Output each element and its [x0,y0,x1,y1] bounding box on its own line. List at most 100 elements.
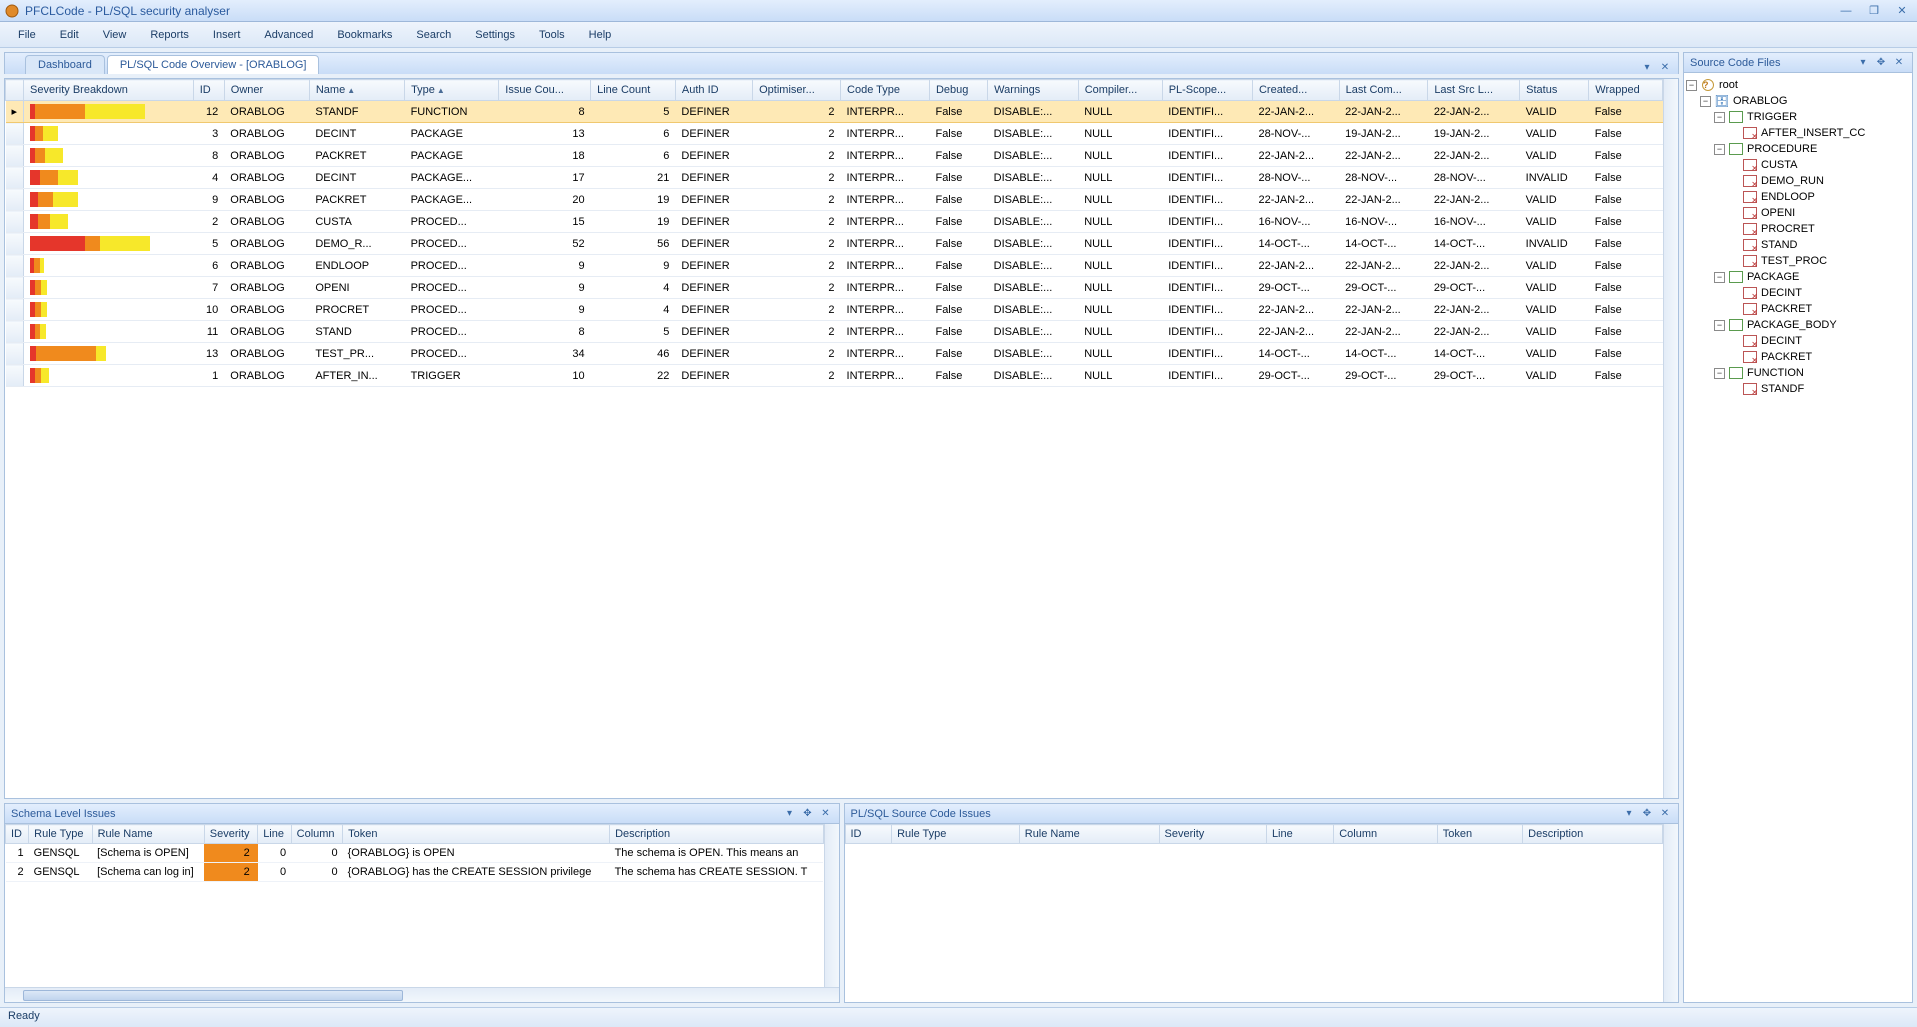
menu-edit[interactable]: Edit [48,25,91,45]
menu-settings[interactable]: Settings [463,25,527,45]
col-header[interactable]: Wrapped [1589,80,1663,101]
menu-bookmarks[interactable]: Bookmarks [325,25,404,45]
table-row[interactable]: 13 ORABLOG TEST_PR... PROCED... 34 46 DE… [6,343,1663,365]
minimize-button[interactable]: — [1835,4,1857,18]
col-header[interactable]: Severity [1159,825,1266,844]
grid-vertical-scrollbar[interactable] [1663,79,1678,798]
tab-dropdown-icon[interactable]: ▾ [1640,60,1654,74]
panel-close-icon[interactable]: ✕ [1658,807,1672,821]
col-header[interactable]: Description [610,825,823,844]
col-header[interactable]: Created... [1252,80,1339,101]
tree-group-function[interactable]: −FUNCTION [1686,365,1910,381]
col-header[interactable]: Rule Name [92,825,204,844]
panel-dropdown-icon[interactable]: ▾ [1622,807,1636,821]
tree-item-decint[interactable]: DECINT [1686,333,1910,349]
menu-view[interactable]: View [91,25,139,45]
col-header[interactable]: ID [6,825,29,844]
tree-item-packret[interactable]: PACKRET [1686,301,1910,317]
col-header[interactable]: Debug [929,80,987,101]
col-header[interactable]: Line Count [591,80,676,101]
tree-toggle-icon[interactable]: − [1714,368,1725,379]
table-row[interactable]: 6 ORABLOG ENDLOOP PROCED... 9 9 DEFINER … [6,255,1663,277]
tree-group-trigger[interactable]: −TRIGGER [1686,109,1910,125]
tree-item-demo_run[interactable]: DEMO_RUN [1686,173,1910,189]
col-header[interactable]: Issue Cou... [499,80,591,101]
table-row[interactable]: 3 ORABLOG DECINT PACKAGE 13 6 DEFINER 2 … [6,123,1663,145]
tree-toggle-icon[interactable]: − [1714,112,1725,123]
col-header[interactable]: Line [1266,825,1333,844]
menu-search[interactable]: Search [404,25,463,45]
tab-close-icon[interactable]: ✕ [1658,60,1672,74]
tree-group-procedure[interactable]: −PROCEDURE [1686,141,1910,157]
col-header[interactable]: Token [1437,825,1522,844]
close-button[interactable]: ✕ [1891,4,1913,18]
col-header[interactable]: Optimiser... [753,80,841,101]
tree-item-after_insert_cc[interactable]: AFTER_INSERT_CC [1686,125,1910,141]
table-row[interactable]: 10 ORABLOG PROCRET PROCED... 9 4 DEFINER… [6,299,1663,321]
col-header[interactable]: Description [1523,825,1663,844]
table-row[interactable]: ▸ 12 ORABLOG STANDF FUNCTION 8 5 DEFINER… [6,101,1663,123]
col-header[interactable]: Type▲ [405,80,499,101]
tree-schema[interactable]: −🗄ORABLOG [1686,93,1910,109]
tree-toggle-icon[interactable]: − [1714,272,1725,283]
col-header[interactable]: Severity [204,825,257,844]
table-row[interactable]: 8 ORABLOG PACKRET PACKAGE 18 6 DEFINER 2… [6,145,1663,167]
tree-toggle-icon[interactable]: − [1700,96,1711,107]
col-header[interactable]: Column [291,825,342,844]
menu-help[interactable]: Help [577,25,624,45]
tree-item-decint[interactable]: DECINT [1686,285,1910,301]
source-tree[interactable]: −?root−🗄ORABLOG−TRIGGERAFTER_INSERT_CC−P… [1684,73,1912,1002]
panel-dropdown-icon[interactable]: ▾ [783,807,797,821]
col-header[interactable]: Warnings [988,80,1079,101]
maximize-button[interactable]: ❐ [1863,4,1885,18]
schema-vertical-scrollbar[interactable] [824,824,839,987]
table-row[interactable]: 1 GENSQL [Schema is OPEN] 2 0 0 {ORABLOG… [6,844,824,863]
tab-pl-sql-code-overview-orablog-[interactable]: PL/SQL Code Overview - [ORABLOG] [107,55,320,74]
menu-file[interactable]: File [6,25,48,45]
col-header[interactable]: Auth ID [675,80,752,101]
col-header[interactable]: Severity Breakdown [24,80,194,101]
tree-item-test_proc[interactable]: TEST_PROC [1686,253,1910,269]
col-header[interactable]: Compiler... [1078,80,1162,101]
tree-toggle-icon[interactable]: − [1714,144,1725,155]
col-header[interactable]: Rule Type [29,825,92,844]
tree-item-packret[interactable]: PACKRET [1686,349,1910,365]
tree-item-endloop[interactable]: ENDLOOP [1686,189,1910,205]
col-header[interactable]: Rule Type [892,825,1020,844]
table-row[interactable]: 9 ORABLOG PACKRET PACKAGE... 20 19 DEFIN… [6,189,1663,211]
col-header[interactable]: Rule Name [1019,825,1159,844]
schema-horizontal-scrollbar[interactable] [5,987,839,1002]
panel-dropdown-icon[interactable]: ▾ [1856,56,1870,70]
tree-toggle-icon[interactable]: − [1714,320,1725,331]
panel-close-icon[interactable]: ✕ [1892,56,1906,70]
menu-insert[interactable]: Insert [201,25,253,45]
tree-item-custa[interactable]: CUSTA [1686,157,1910,173]
table-row[interactable]: 5 ORABLOG DEMO_R... PROCED... 52 56 DEFI… [6,233,1663,255]
panel-pin-icon[interactable]: ✥ [1640,807,1654,821]
panel-pin-icon[interactable]: ✥ [1874,56,1888,70]
table-row[interactable]: 11 ORABLOG STAND PROCED... 8 5 DEFINER 2… [6,321,1663,343]
tree-toggle-icon[interactable]: − [1686,80,1697,91]
grid-scroll[interactable]: Severity BreakdownIDOwnerName▲Type▲Issue… [5,79,1663,798]
panel-close-icon[interactable]: ✕ [819,807,833,821]
col-header[interactable]: PL-Scope... [1162,80,1252,101]
col-header[interactable]: Name▲ [309,80,404,101]
table-row[interactable]: 2 ORABLOG CUSTA PROCED... 15 19 DEFINER … [6,211,1663,233]
tab-dashboard[interactable]: Dashboard [25,55,105,74]
tree-item-openi[interactable]: OPENI [1686,205,1910,221]
table-row[interactable]: 7 ORABLOG OPENI PROCED... 9 4 DEFINER 2 … [6,277,1663,299]
col-header[interactable]: Column [1334,825,1438,844]
col-header[interactable]: ID [845,825,892,844]
table-row[interactable]: 4 ORABLOG DECINT PACKAGE... 17 21 DEFINE… [6,167,1663,189]
col-header[interactable]: Status [1520,80,1589,101]
table-row[interactable]: 1 ORABLOG AFTER_IN... TRIGGER 10 22 DEFI… [6,365,1663,387]
tree-item-stand[interactable]: STAND [1686,237,1910,253]
col-header[interactable]: Code Type [841,80,930,101]
tree-item-procret[interactable]: PROCRET [1686,221,1910,237]
col-header[interactable]: Token [343,825,610,844]
tree-group-package_body[interactable]: −PACKAGE_BODY [1686,317,1910,333]
tree-root[interactable]: −?root [1686,77,1910,93]
table-row[interactable]: 2 GENSQL [Schema can log in] 2 0 0 {ORAB… [6,863,824,882]
menu-advanced[interactable]: Advanced [252,25,325,45]
col-header[interactable]: Last Src L... [1428,80,1520,101]
